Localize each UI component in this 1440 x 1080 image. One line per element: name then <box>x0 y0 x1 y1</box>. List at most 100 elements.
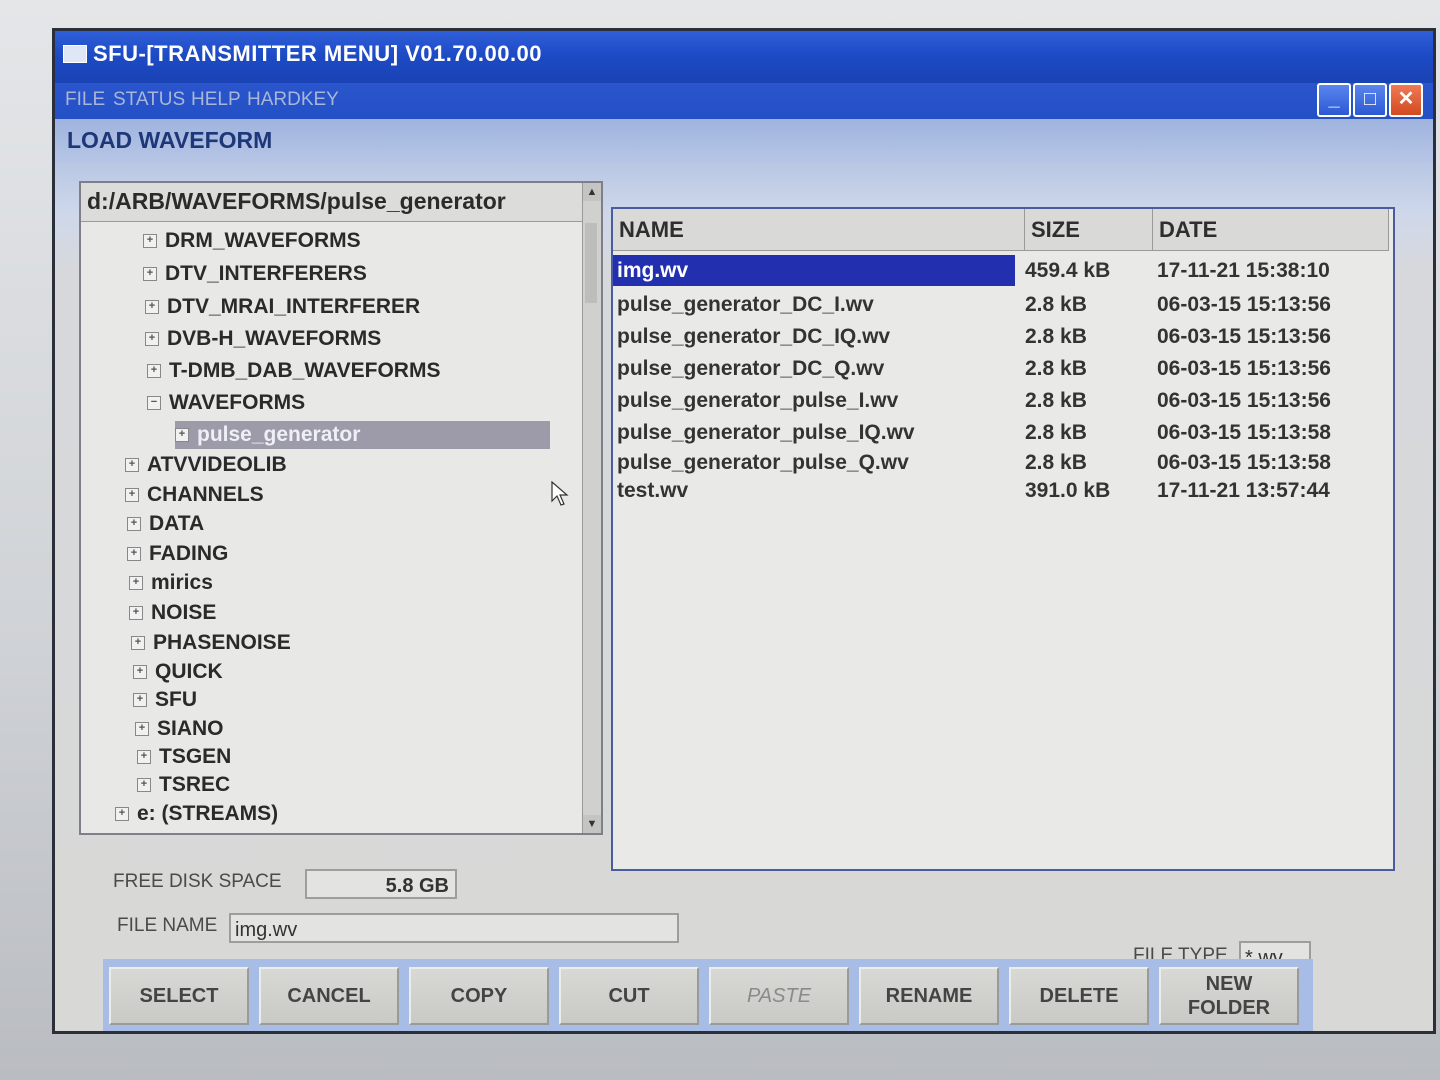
expand-icon[interactable]: + <box>137 750 151 765</box>
tree-item-tdmb[interactable]: + T-DMB_DAB_WAVEFORMS <box>147 357 440 385</box>
expand-icon[interactable]: + <box>131 636 145 651</box>
expand-icon[interactable]: + <box>145 300 159 315</box>
tree-item-data[interactable]: + DATA <box>127 510 204 538</box>
menu-file[interactable]: FILE <box>65 89 105 111</box>
file-size-cell: 2.8 kB <box>1025 421 1087 444</box>
tree-item-tsgen[interactable]: + TSGEN <box>137 743 231 771</box>
expand-icon[interactable]: + <box>175 428 189 443</box>
scroll-down-icon[interactable]: ▼ <box>583 815 601 833</box>
expand-icon[interactable]: + <box>137 778 151 793</box>
delete-button[interactable]: DELETE <box>1009 967 1149 1025</box>
app-window: SFU-[TRANSMITTER MENU] V01.70.00.00 FILE… <box>52 28 1436 1034</box>
rename-button[interactable]: RENAME <box>859 967 999 1025</box>
expand-icon[interactable]: + <box>143 234 157 249</box>
menu-help[interactable]: HELP <box>191 89 241 111</box>
tree-item-label: QUICK <box>155 660 223 683</box>
maximize-button[interactable]: □ <box>1353 83 1387 117</box>
tree-item-label: pulse_generator <box>197 423 361 446</box>
menu-bar: FILE STATUS HELP HARDKEY <box>55 83 1433 119</box>
tree-item-drm-waveforms[interactable]: + DRM_WAVEFORMS <box>143 227 361 255</box>
file-row[interactable]: test.wv 391.0 kB 17-11-21 13:57:44 <box>613 475 1393 506</box>
tree-item-label: CHANNELS <box>147 483 264 506</box>
file-date-cell: 17-11-21 13:57:44 <box>1157 479 1330 502</box>
tree-item-channels[interactable]: + CHANNELS <box>125 481 264 509</box>
section-header: LOAD WAVEFORM <box>55 119 1433 163</box>
expand-icon[interactable]: + <box>129 576 143 591</box>
tree-item-quick[interactable]: + QUICK <box>133 658 223 686</box>
file-row[interactable]: pulse_generator_DC_I.wv 2.8 kB 06-03-15 … <box>613 289 1393 320</box>
column-header-size[interactable]: SIZE <box>1025 209 1153 251</box>
tree-item-dtv-mrai[interactable]: + DTV_MRAI_INTERFERER <box>145 293 420 321</box>
tree-item-mirics[interactable]: + mirics <box>129 569 213 597</box>
directory-tree[interactable]: d:/ARB/WAVEFORMS/pulse_generator ▲ ▼ + DR… <box>79 181 603 835</box>
close-button[interactable]: ✕ <box>1389 83 1423 117</box>
tree-item-drive-e[interactable]: + e: (STREAMS) <box>115 800 278 828</box>
menu-status[interactable]: STATUS <box>113 89 185 111</box>
minimize-button[interactable]: _ <box>1317 83 1351 117</box>
tree-item-atvvideolib[interactable]: + ATVVIDEOLIB <box>125 451 287 479</box>
expand-icon[interactable]: + <box>143 267 157 282</box>
title-bar: SFU-[TRANSMITTER MENU] V01.70.00.00 <box>55 31 1433 83</box>
expand-icon[interactable]: + <box>129 606 143 621</box>
file-row[interactable]: pulse_generator_pulse_IQ.wv 2.8 kB 06-03… <box>613 417 1393 448</box>
expand-icon[interactable]: + <box>133 693 147 708</box>
expand-icon[interactable]: + <box>125 458 139 473</box>
expand-icon[interactable]: + <box>127 547 141 562</box>
file-row[interactable]: pulse_generator_pulse_Q.wv 2.8 kB 06-03-… <box>613 447 1393 478</box>
expand-icon[interactable]: + <box>127 517 141 532</box>
menu-hardkey[interactable]: HARDKEY <box>247 89 339 111</box>
cancel-button[interactable]: CANCEL <box>259 967 399 1025</box>
free-disk-space-value: 5.8 GB <box>305 869 457 899</box>
tree-item-dvb-h[interactable]: + DVB-H_WAVEFORMS <box>145 325 381 353</box>
tree-item-dtv-interferers[interactable]: + DTV_INTERFERERS <box>143 260 367 288</box>
expand-icon[interactable]: + <box>145 332 159 347</box>
paste-button[interactable]: PASTE <box>709 967 849 1025</box>
file-name-cell: pulse_generator_DC_IQ.wv <box>617 325 891 348</box>
file-row[interactable]: pulse_generator_DC_Q.wv 2.8 kB 06-03-15 … <box>613 353 1393 384</box>
collapse-icon[interactable]: − <box>147 396 161 411</box>
file-size-cell: 2.8 kB <box>1025 357 1087 380</box>
expand-icon[interactable]: + <box>147 364 161 379</box>
copy-button[interactable]: COPY <box>409 967 549 1025</box>
expand-icon[interactable]: + <box>115 807 129 822</box>
expand-icon[interactable]: + <box>133 665 147 680</box>
tree-item-noise[interactable]: + NOISE <box>129 599 216 627</box>
column-header-name[interactable]: NAME <box>613 209 1025 251</box>
tree-item-fading[interactable]: + FADING <box>127 540 228 568</box>
tree-item-tsrec[interactable]: + TSREC <box>137 771 230 799</box>
tree-scrollbar[interactable]: ▲ ▼ <box>582 183 601 833</box>
tree-item-sfu[interactable]: + SFU <box>133 686 197 714</box>
file-size-cell: 2.8 kB <box>1025 325 1087 348</box>
cut-button[interactable]: CUT <box>559 967 699 1025</box>
tree-item-phasenoise[interactable]: + PHASENOISE <box>131 629 291 657</box>
file-name-cell: pulse_generator_pulse_IQ.wv <box>617 421 915 444</box>
file-date-cell: 06-03-15 15:13:56 <box>1157 389 1331 412</box>
tree-item-label: DRM_WAVEFORMS <box>165 229 361 252</box>
new-folder-button[interactable]: NEW FOLDER <box>1159 967 1299 1025</box>
expand-icon[interactable]: + <box>125 488 139 503</box>
file-list[interactable]: NAME SIZE DATE img.wv 459.4 kB 17-11-21 … <box>611 207 1395 871</box>
file-name-cell: pulse_generator_pulse_Q.wv <box>617 451 909 474</box>
file-row[interactable]: img.wv 459.4 kB 17-11-21 15:38:10 <box>613 255 1393 286</box>
tree-item-waveforms[interactable]: − WAVEFORMS <box>147 389 305 417</box>
tree-item-siano[interactable]: + SIANO <box>135 715 224 743</box>
scroll-thumb[interactable] <box>585 223 597 303</box>
softkey-bar: SELECT CANCEL COPY CUT PASTE RENAME DELE… <box>103 959 1313 1031</box>
tree-item-label: mirics <box>151 571 213 594</box>
file-name-input[interactable]: img.wv <box>229 913 679 943</box>
column-header-date[interactable]: DATE <box>1153 209 1389 251</box>
tree-item-pulse-generator[interactable]: + pulse_generator <box>175 421 551 449</box>
scroll-up-icon[interactable]: ▲ <box>583 183 601 201</box>
file-row[interactable]: pulse_generator_pulse_I.wv 2.8 kB 06-03-… <box>613 385 1393 416</box>
tree-item-label: ATVVIDEOLIB <box>147 453 287 476</box>
expand-icon[interactable]: + <box>135 722 149 737</box>
tree-item-label: T-DMB_DAB_WAVEFORMS <box>169 359 441 382</box>
mouse-pointer-icon <box>551 481 569 506</box>
file-row[interactable]: pulse_generator_DC_IQ.wv 2.8 kB 06-03-15… <box>613 321 1393 352</box>
tree-item-label: e: (STREAMS) <box>137 802 279 825</box>
file-date-cell: 06-03-15 15:13:56 <box>1157 357 1331 380</box>
select-button[interactable]: SELECT <box>109 967 249 1025</box>
file-date-cell: 06-03-15 15:13:58 <box>1157 421 1331 444</box>
file-name-cell: test.wv <box>617 479 689 502</box>
tree-item-label: DVB-H_WAVEFORMS <box>167 327 382 350</box>
